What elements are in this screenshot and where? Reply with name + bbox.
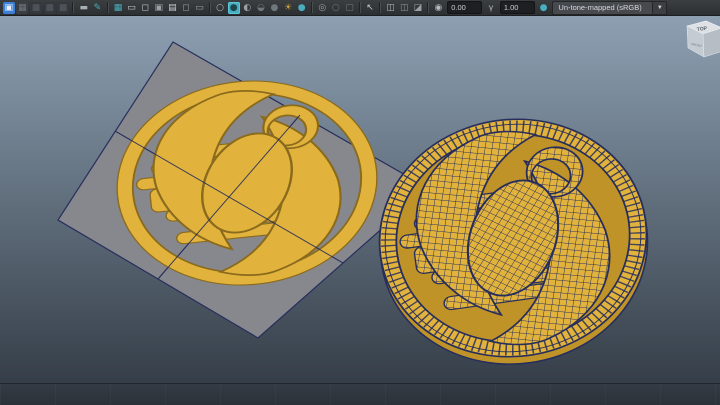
use-default-material-icon[interactable]: ● bbox=[268, 2, 280, 14]
motion-blur-icon[interactable]: ○ bbox=[330, 2, 342, 14]
select-camera-icon[interactable]: ▣ bbox=[2, 1, 15, 14]
toolbar-separator bbox=[72, 2, 75, 13]
lock-camera-icon[interactable]: ▦ bbox=[16, 1, 29, 14]
time-slider-strip[interactable] bbox=[0, 383, 720, 405]
grid-icon[interactable]: ▦ bbox=[112, 2, 124, 14]
xray-joints-icon[interactable]: ◫ bbox=[398, 2, 410, 14]
toolbar-separator bbox=[379, 2, 382, 13]
exposure-field[interactable]: 0.00 bbox=[447, 1, 483, 14]
isolate-select-icon[interactable]: ↖ bbox=[364, 2, 376, 14]
two-d-pan-zoom-icon[interactable]: ▬ bbox=[78, 2, 90, 14]
backface-culling-icon[interactable]: ◪ bbox=[412, 2, 424, 14]
wireframe-on-shaded-icon[interactable]: ◐ bbox=[241, 2, 253, 14]
lights-icon[interactable]: ☀ bbox=[282, 2, 294, 14]
chevron-down-icon[interactable]: ▼ bbox=[652, 1, 667, 14]
toolbar-separator bbox=[427, 2, 430, 13]
gate-mask-icon[interactable]: ▣ bbox=[153, 2, 165, 14]
safe-title-icon[interactable]: ▭ bbox=[194, 2, 206, 14]
toolbar-separator bbox=[310, 2, 313, 13]
view-transform-value: Un-tone-mapped (sRGB) bbox=[558, 2, 642, 12]
exposure-icon[interactable]: ◉ bbox=[432, 2, 444, 14]
view-transform-dropdown[interactable]: Un-tone-mapped (sRGB) ▼ bbox=[552, 0, 668, 15]
xray-icon[interactable]: ◫ bbox=[385, 2, 397, 14]
gamma-field[interactable]: 1.00 bbox=[499, 1, 535, 14]
resolution-gate-icon[interactable]: ◻ bbox=[139, 2, 151, 14]
image-plane-icon[interactable]: ■ bbox=[57, 1, 70, 14]
safe-action-icon[interactable]: ◻ bbox=[180, 2, 192, 14]
toolbar-separator bbox=[208, 2, 211, 13]
toolbar-icon-group: ▣ ▦ ■ ■ ■ ▬ ✎ ▦ ▭ ◻ ▣ ▤ ◻ ▭ ○ ● ◐ ◒ ● ☀ ● ◎ ○ ▢ ↖ ◫ ◫ ◪ ◉ bbox=[2, 1, 445, 14]
shadows-icon[interactable]: ● bbox=[296, 2, 308, 14]
maya-viewport-panel: ▣ ▦ ■ ■ ■ ▬ ✎ ▦ ▭ ◻ ▣ ▤ ◻ ▭ ○ ● ◐ ◒ ● ☀ ● ◎ ○ ▢ ↖ ◫ ◫ ◪ ◉ 0.00 γ 1.0… bbox=[0, 0, 720, 405]
tone-map-icon[interactable]: ● bbox=[538, 2, 550, 14]
smooth-shade-all-icon[interactable]: ● bbox=[227, 1, 240, 14]
grease-pencil-icon[interactable]: ✎ bbox=[91, 2, 103, 14]
wireframe-icon[interactable]: ○ bbox=[214, 2, 226, 14]
field-chart-icon[interactable]: ▤ bbox=[166, 2, 178, 14]
panel-toolbar: ▣ ▦ ■ ■ ■ ▬ ✎ ▦ ▭ ◻ ▣ ▤ ◻ ▭ ○ ● ◐ ◒ ● ☀ ● ◎ ○ ▢ ↖ ◫ ◫ ◪ ◉ 0.00 γ 1.0… bbox=[0, 0, 720, 16]
toolbar-separator bbox=[358, 2, 361, 13]
film-gate-icon[interactable]: ▭ bbox=[126, 2, 138, 14]
gamma-icon[interactable]: γ bbox=[485, 2, 497, 14]
camera-attributes-icon[interactable]: ■ bbox=[29, 1, 42, 14]
anti-aliasing-icon[interactable]: ▢ bbox=[343, 2, 355, 14]
toolbar-separator bbox=[106, 2, 109, 13]
textured-icon[interactable]: ◒ bbox=[255, 2, 267, 14]
ssao-icon[interactable]: ◎ bbox=[316, 2, 328, 14]
bookmarks-icon[interactable]: ■ bbox=[43, 1, 56, 14]
viewport-3d-scene[interactable]: TOP FRONT bbox=[0, 0, 720, 405]
